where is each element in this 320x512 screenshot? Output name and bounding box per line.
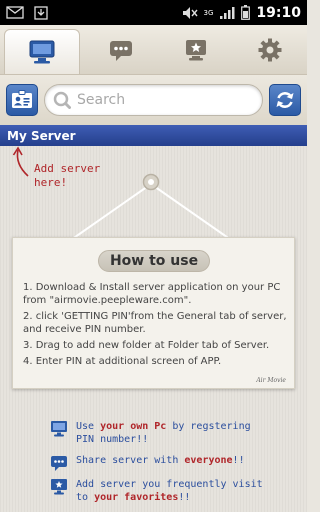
tab-favorites[interactable] bbox=[159, 25, 233, 74]
feature-share-highlight: everyone bbox=[184, 455, 233, 466]
contact-card-button[interactable] bbox=[6, 84, 38, 116]
network-type: 3G bbox=[203, 8, 214, 17]
step-3: 3. Drag to add new folder at Folder tab … bbox=[23, 340, 270, 351]
chat-icon bbox=[110, 40, 133, 61]
contact-card-icon bbox=[12, 90, 32, 108]
star-icon bbox=[185, 39, 206, 60]
how-to-use-title: How to use bbox=[98, 250, 210, 272]
feature-own-pc: Use your own Pc by regstering PIN number… bbox=[50, 420, 266, 446]
section-header: My Server bbox=[0, 125, 307, 146]
feature-own-pc-highlight: your own Pc bbox=[100, 421, 167, 432]
refresh-icon bbox=[276, 92, 294, 108]
signature: Air Movie bbox=[256, 377, 286, 384]
refresh-button[interactable] bbox=[269, 84, 301, 116]
status-bar: 3G 19:10 bbox=[0, 0, 307, 25]
feature-share-pre: Share server with bbox=[76, 455, 185, 466]
mail-icon bbox=[6, 6, 24, 19]
chat-icon bbox=[51, 456, 67, 471]
step-1: 1. Download & Install server application… bbox=[23, 282, 281, 306]
tab-bar bbox=[0, 25, 307, 75]
feature-share: Share server with everyone!! bbox=[50, 454, 266, 472]
step-2: 2. click 'GETTING PIN'from the General t… bbox=[23, 311, 287, 335]
download-icon bbox=[34, 5, 48, 20]
search-box bbox=[44, 84, 263, 116]
feature-share-post: !! bbox=[232, 455, 245, 466]
search-row bbox=[0, 75, 307, 125]
search-icon bbox=[53, 91, 71, 109]
feature-own-pc-pre: Use bbox=[76, 421, 101, 432]
server-list-area[interactable]: Add server here! How to use 1. Download … bbox=[0, 146, 307, 512]
how-to-use-board: How to use 1. Download & Install server … bbox=[12, 237, 295, 389]
monitor-icon bbox=[29, 40, 55, 64]
signal-icon bbox=[220, 6, 235, 19]
mute-icon bbox=[182, 6, 198, 19]
monitor-icon bbox=[51, 421, 67, 437]
feature-favorites-post: !! bbox=[178, 492, 191, 503]
clock: 19:10 bbox=[256, 4, 301, 21]
battery-icon bbox=[241, 5, 251, 20]
step-4: 4. Enter PIN at additional screen of APP… bbox=[23, 356, 222, 367]
tab-messages[interactable] bbox=[84, 25, 158, 74]
search-input[interactable] bbox=[77, 92, 254, 108]
feature-favorites-highlight: your favorites bbox=[94, 492, 179, 503]
how-to-steps: 1. Download & Install server application… bbox=[23, 281, 293, 371]
gear-icon bbox=[258, 38, 282, 61]
section-title: My Server bbox=[7, 128, 76, 143]
feature-favorites: Add server you frequently visit to your … bbox=[50, 478, 266, 504]
tab-settings[interactable] bbox=[233, 25, 307, 74]
tab-server[interactable] bbox=[4, 29, 81, 74]
star-icon bbox=[51, 479, 67, 495]
